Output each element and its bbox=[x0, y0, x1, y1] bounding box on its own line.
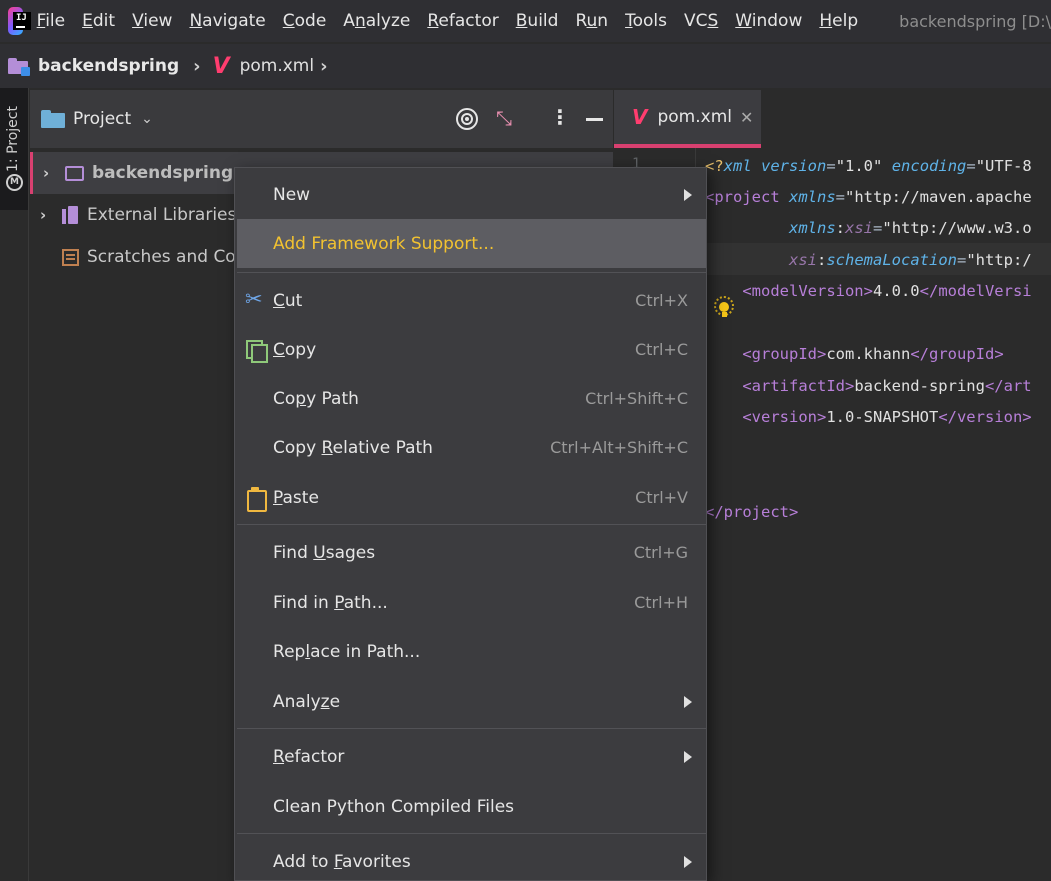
submenu-arrow-icon bbox=[684, 855, 692, 868]
context-menu: New Add Framework Support... ✂ Cut Ctrl+… bbox=[234, 167, 707, 881]
project-tool-button[interactable]: 1: Project M bbox=[0, 88, 28, 210]
menu-item-new[interactable]: New bbox=[237, 170, 706, 219]
menu-item-find-usages[interactable]: Find Usages Ctrl+G bbox=[237, 528, 706, 577]
left-tool-stripe: 1: Project M bbox=[0, 88, 29, 881]
lightbulb-icon[interactable] bbox=[714, 296, 734, 320]
copy-icon bbox=[245, 339, 268, 363]
tree-item-label: Scratches and Con bbox=[87, 247, 247, 267]
submenu-arrow-icon bbox=[684, 750, 692, 763]
chevron-down-icon[interactable]: ⌄ bbox=[141, 111, 153, 127]
menu-item-replace-in-path[interactable]: Replace in Path... bbox=[237, 627, 706, 676]
tree-item-label: backendspring bbox=[92, 163, 234, 183]
menu-separator bbox=[237, 728, 706, 729]
menu-item-copy-path[interactable]: Copy Path Ctrl+Shift+C bbox=[237, 374, 706, 423]
tab-pom-xml[interactable]: V pom.xml ✕ bbox=[614, 90, 761, 148]
analyze-label: Analyze bbox=[273, 691, 341, 712]
menu-help[interactable]: Help bbox=[819, 11, 858, 31]
tree-item-label: External Libraries bbox=[87, 205, 237, 225]
menu-item-add-to-favorites[interactable]: Add to Favorites bbox=[237, 837, 706, 880]
menu-item-refactor[interactable]: Refactor bbox=[237, 732, 706, 781]
breadcrumb-file[interactable]: pom.xml bbox=[240, 56, 315, 76]
refactor-label: Refactor bbox=[273, 746, 345, 767]
menu-run[interactable]: Run bbox=[575, 11, 608, 31]
menu-item-analyze[interactable]: Analyze bbox=[237, 677, 706, 726]
project-tool-label: 1: Project bbox=[5, 106, 21, 172]
window-title: backendspring [D:\ bbox=[899, 11, 1051, 31]
code-line: <artifactId>backend-spring</art bbox=[742, 377, 1032, 395]
menu-separator bbox=[237, 524, 706, 525]
menu-item-find-in-path[interactable]: Find in Path... Ctrl+H bbox=[237, 578, 706, 627]
menu-analyze[interactable]: Analyze bbox=[343, 11, 410, 31]
menu-tools[interactable]: Tools bbox=[625, 11, 667, 31]
menu-item-paste[interactable]: Paste Ctrl+V bbox=[237, 473, 706, 522]
scissors-icon: ✂ bbox=[245, 287, 263, 311]
folder-icon bbox=[41, 110, 65, 128]
menu-file[interactable]: File bbox=[37, 11, 65, 31]
project-panel-title[interactable]: Project bbox=[73, 109, 131, 129]
hide-panel-icon[interactable] bbox=[586, 118, 603, 121]
folder-icon bbox=[65, 165, 84, 181]
chevron-right-icon[interactable]: › bbox=[40, 206, 56, 224]
code-line: </project> bbox=[705, 503, 799, 521]
menu-item-clean-python-compiled-files[interactable]: Clean Python Compiled Files bbox=[237, 782, 706, 831]
code-line: <groupId>com.khann</groupId> bbox=[742, 345, 1004, 363]
code-editor[interactable]: <?xml version="1.0" encoding="UTF-8 <pro… bbox=[697, 148, 1051, 881]
locate-target-icon[interactable] bbox=[456, 108, 478, 130]
menu-view[interactable]: View bbox=[132, 11, 172, 31]
menu-refactor[interactable]: Refactor bbox=[427, 11, 498, 31]
menu-item-cut[interactable]: ✂ Cut Ctrl+X bbox=[237, 276, 706, 325]
menu-vcs[interactable]: VCS bbox=[684, 11, 718, 31]
code-line: <project xmlns="http://maven.apache bbox=[705, 188, 1032, 206]
menu-edit[interactable]: Edit bbox=[82, 11, 115, 31]
maven-icon[interactable]: M bbox=[6, 174, 23, 191]
copy-path-label: Copy Path bbox=[273, 388, 359, 409]
intellij-logo-icon[interactable]: IJ bbox=[8, 7, 31, 35]
menu-item-copy-relative-path[interactable]: Copy Relative Path Ctrl+Alt+Shift+C bbox=[237, 423, 706, 472]
maven-file-icon: V bbox=[212, 53, 230, 79]
code-line: xmlns:xsi="http://www.w3.o bbox=[789, 219, 1032, 237]
code-line: <modelVersion>4.0.0</modelVersi bbox=[742, 282, 1032, 300]
paste-label: Paste bbox=[273, 487, 319, 508]
editor-tab-bar: V pom.xml ✕ bbox=[614, 90, 1051, 148]
collapse-all-icon[interactable]: ⤡ bbox=[496, 106, 512, 130]
menu-separator bbox=[237, 833, 706, 834]
breadcrumb-project[interactable]: backendspring bbox=[38, 56, 179, 76]
copy-relative-path-label: Copy Relative Path bbox=[273, 437, 433, 458]
menu-item-add-framework-support[interactable]: Add Framework Support... bbox=[237, 219, 706, 268]
submenu-arrow-icon bbox=[684, 695, 692, 708]
menu-separator bbox=[237, 272, 706, 273]
library-icon bbox=[62, 206, 78, 224]
project-panel-header: Project ⌄ ⤡ ⋮ bbox=[30, 90, 613, 148]
add-to-favorites-label: Add to Favorites bbox=[273, 851, 411, 872]
clipboard-icon bbox=[245, 487, 267, 512]
more-options-icon[interactable]: ⋮ bbox=[550, 105, 570, 129]
project-folder-icon bbox=[8, 58, 30, 76]
breadcrumb: backendspring › V pom.xml › bbox=[0, 44, 1051, 88]
chevron-right-icon: › bbox=[320, 55, 328, 77]
code-line: xsi:schemaLocation="http:/ bbox=[789, 251, 1032, 269]
maven-file-icon: V bbox=[632, 105, 648, 129]
cut-label: Cut bbox=[273, 290, 303, 311]
find-in-path-label: Find in Path... bbox=[273, 592, 388, 613]
menu-window[interactable]: Window bbox=[735, 11, 802, 31]
chevron-right-icon: › bbox=[193, 55, 201, 77]
replace-in-path-label: Replace in Path... bbox=[273, 641, 421, 662]
code-line: <version>1.0-SNAPSHOT</version> bbox=[742, 408, 1032, 426]
menu-code[interactable]: Code bbox=[283, 11, 327, 31]
code-line: <?xml version="1.0" encoding="UTF-8 bbox=[705, 157, 1032, 175]
close-icon[interactable]: ✕ bbox=[740, 108, 753, 127]
scratches-icon bbox=[62, 248, 79, 266]
menu-item-copy[interactable]: Copy Ctrl+C bbox=[237, 325, 706, 374]
menu-build[interactable]: Build bbox=[516, 11, 559, 31]
copy-label: Copy bbox=[273, 339, 317, 360]
main-menu-bar: IJ File Edit View Navigate Code Analyze … bbox=[0, 0, 1051, 42]
find-usages-label: Find Usages bbox=[273, 542, 376, 563]
tab-label: pom.xml bbox=[657, 107, 732, 127]
chevron-right-icon[interactable]: › bbox=[43, 164, 59, 182]
submenu-arrow-icon bbox=[684, 188, 692, 201]
menu-navigate[interactable]: Navigate bbox=[189, 11, 265, 31]
